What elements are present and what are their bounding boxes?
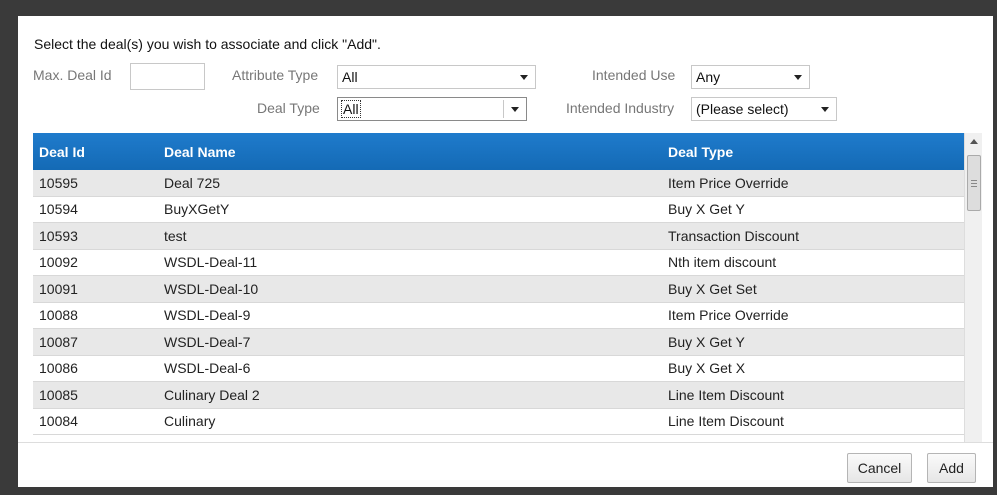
cell-deal-id: 10593 bbox=[39, 227, 78, 244]
chevron-down-icon bbox=[821, 107, 829, 112]
cell-deal-id: 10086 bbox=[39, 360, 78, 377]
intended-use-value: Any bbox=[696, 69, 721, 85]
cell-deal-type: Nth item discount bbox=[668, 254, 777, 271]
table-row[interactable]: 10085 Culinary Deal 2 Line Item Discount bbox=[33, 382, 964, 409]
table-row[interactable]: 10593 test Transaction Discount bbox=[33, 223, 964, 250]
cell-deal-name: Culinary bbox=[164, 413, 216, 430]
grip-line bbox=[971, 183, 977, 184]
attribute-type-label: Attribute Type bbox=[232, 67, 319, 83]
intended-industry-select[interactable]: (Please select) bbox=[691, 97, 837, 121]
cell-deal-name: WSDL-Deal-11 bbox=[164, 254, 258, 271]
intended-industry-value: (Please select) bbox=[696, 101, 789, 117]
select-divider bbox=[503, 100, 504, 118]
intended-use-select[interactable]: Any bbox=[691, 65, 810, 89]
chevron-down-icon bbox=[520, 75, 528, 80]
cell-deal-type: Item Price Override bbox=[668, 307, 789, 324]
cell-deal-type: Item Price Override bbox=[668, 174, 789, 191]
scrollbar-thumb[interactable] bbox=[967, 155, 981, 211]
cell-deal-type: Buy X Get Set bbox=[668, 280, 757, 297]
deals-table: Deal Id Deal Name Deal Type 10595 Deal 7… bbox=[33, 133, 964, 442]
header-deal-id[interactable]: Deal Id bbox=[33, 144, 158, 160]
grip-line bbox=[971, 180, 977, 181]
cell-deal-type: Buy X Get Y bbox=[668, 333, 745, 350]
cell-deal-name: Culinary Deal 2 bbox=[164, 386, 260, 403]
max-deal-id-label: Max. Deal Id bbox=[33, 67, 112, 83]
table-header: Deal Id Deal Name Deal Type bbox=[33, 133, 964, 170]
footer-divider bbox=[18, 442, 993, 443]
cell-deal-name: Deal 725 bbox=[164, 174, 221, 191]
cell-deal-id: 10595 bbox=[39, 174, 78, 191]
chevron-down-icon bbox=[511, 107, 519, 112]
cell-deal-id: 10084 bbox=[39, 413, 78, 430]
scroll-up-arrow-icon[interactable] bbox=[970, 139, 978, 144]
cell-deal-id: 10088 bbox=[39, 307, 78, 324]
table-row[interactable]: 10084 Culinary Line Item Discount bbox=[33, 409, 964, 435]
cell-deal-type: Line Item Discount bbox=[668, 386, 784, 403]
cell-deal-name: WSDL-Deal-7 bbox=[164, 333, 251, 350]
add-button[interactable]: Add bbox=[927, 453, 976, 483]
deal-type-label: Deal Type bbox=[257, 100, 320, 116]
table-row[interactable]: 10595 Deal 725 Item Price Override bbox=[33, 170, 964, 197]
cell-deal-name: WSDL-Deal-6 bbox=[164, 360, 251, 377]
cell-deal-id: 10092 bbox=[39, 254, 78, 271]
cell-deal-type: Buy X Get X bbox=[668, 360, 746, 377]
deal-type-value: All bbox=[341, 100, 361, 118]
cell-deal-name: BuyXGetY bbox=[164, 201, 230, 218]
header-deal-name[interactable]: Deal Name bbox=[158, 144, 662, 160]
instructions-text: Select the deal(s) you wish to associate… bbox=[34, 36, 381, 52]
cell-deal-type: Buy X Get Y bbox=[668, 201, 745, 218]
deal-type-select[interactable]: All bbox=[337, 97, 527, 121]
table-row[interactable]: 10594 BuyXGetY Buy X Get Y bbox=[33, 197, 964, 223]
attribute-type-select[interactable]: All bbox=[337, 65, 536, 89]
table-row[interactable]: 10086 WSDL-Deal-6 Buy X Get X bbox=[33, 356, 964, 382]
table-row[interactable]: 10088 WSDL-Deal-9 Item Price Override bbox=[33, 303, 964, 329]
cell-deal-name: test bbox=[164, 227, 187, 244]
cell-deal-id: 10594 bbox=[39, 201, 78, 218]
table-row[interactable]: 10092 WSDL-Deal-11 Nth item discount bbox=[33, 250, 964, 276]
cell-deal-id: 10091 bbox=[39, 280, 78, 297]
table-row[interactable]: 10087 WSDL-Deal-7 Buy X Get Y bbox=[33, 329, 964, 356]
table-scrollbar[interactable] bbox=[964, 133, 982, 442]
intended-industry-label: Intended Industry bbox=[566, 100, 675, 116]
cell-deal-id: 10087 bbox=[39, 333, 78, 350]
cancel-button[interactable]: Cancel bbox=[847, 453, 912, 483]
chevron-down-icon bbox=[794, 75, 802, 80]
attribute-type-value: All bbox=[342, 69, 358, 85]
cell-deal-name: WSDL-Deal-10 bbox=[164, 280, 259, 297]
associate-deals-dialog: Select the deal(s) you wish to associate… bbox=[18, 16, 993, 487]
table-row[interactable]: 10091 WSDL-Deal-10 Buy X Get Set bbox=[33, 276, 964, 303]
grip-line bbox=[971, 186, 977, 187]
cell-deal-name: WSDL-Deal-9 bbox=[164, 307, 251, 324]
cell-deal-type: Line Item Discount bbox=[668, 413, 784, 430]
cell-deal-id: 10085 bbox=[39, 386, 78, 403]
header-deal-type[interactable]: Deal Type bbox=[662, 144, 964, 160]
max-deal-id-input[interactable] bbox=[130, 63, 205, 90]
cell-deal-type: Transaction Discount bbox=[668, 227, 799, 244]
intended-use-label: Intended Use bbox=[592, 67, 676, 83]
